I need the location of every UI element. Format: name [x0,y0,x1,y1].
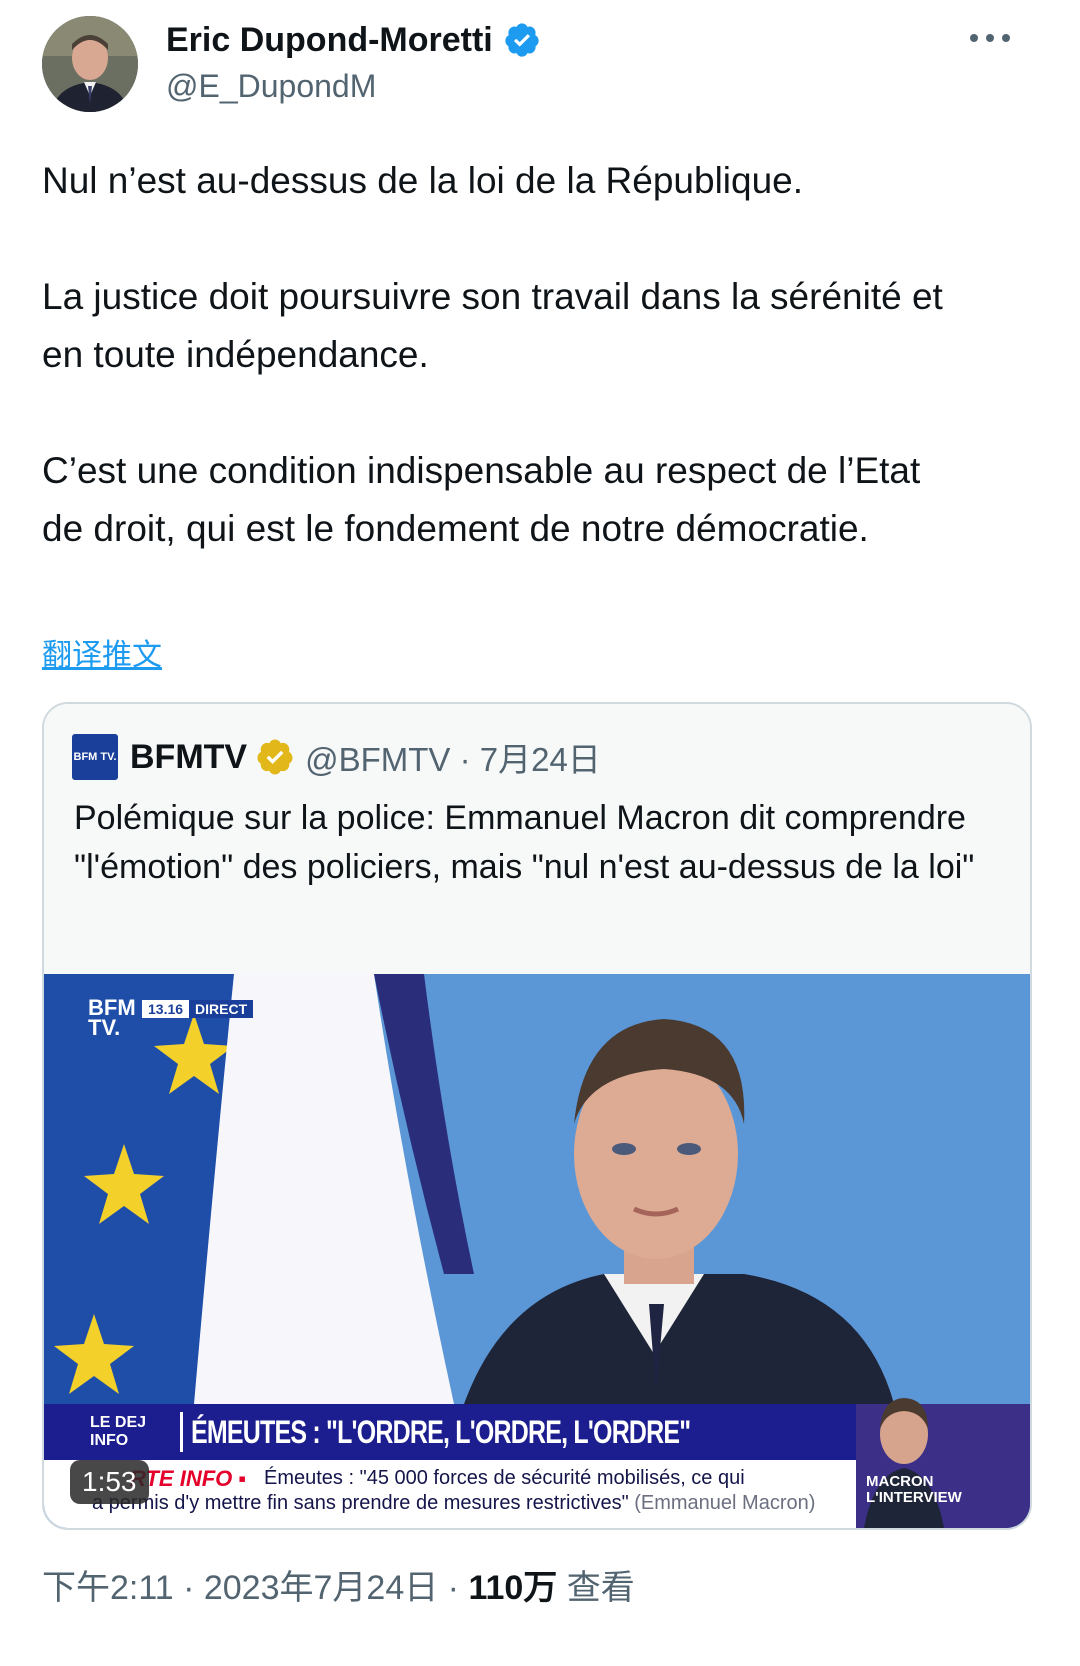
bfmtv-avatar[interactable]: BFM TV. [72,734,118,780]
broadcast-time: 13.16 [142,1000,190,1018]
tweet-meta: 下午2:11 · 2023年7月24日 · 110万 查看 [42,1560,635,1609]
ticker-line-text: a permis d'y mettre fin sans prendre de … [92,1492,629,1514]
verified-gold-badge-icon [257,739,293,775]
tweet-header: Eric Dupond-Moretti @E_DupondM [42,16,1042,116]
ticker-line: a permis d'y mettre fin sans prendre de … [92,1491,815,1516]
bfmtv-avatar-text: BFM TV. [73,751,117,763]
show-logo: LE DEJ INFO [90,1414,147,1449]
quoted-handle-date: @BFMTV · 7月24日 [305,741,601,778]
promo-label-line: MACRON [866,1473,934,1490]
news-ticker: RTE INFO ▪ Émeutes : "45 000 forces de s… [44,1460,856,1528]
author-name-row: Eric Dupond-Moretti [166,18,541,62]
more-options-icon[interactable] [970,30,1010,46]
video-player[interactable]: BFM TV. 13.16 DIRECT LE DEJ INFO ÉMEUTES… [44,974,1030,1528]
tweet-paragraph: Nul n’est au-dessus de la loi de la Répu… [42,160,804,201]
banner-headline: ÉMEUTES : "L'ORDRE, L'ORDRE, L'ORDRE" [191,1413,691,1450]
author-handle[interactable]: @E_DupondM [166,68,376,105]
quoted-tweet-text: Polémique sur la police: Emmanuel Macron… [74,799,975,886]
live-indicator: DIRECT [189,1000,254,1018]
promo-label: MACRON L'INTERVIEW [866,1474,962,1506]
quoted-tweet-body: BFM TV. BFMTV @BFMTV · 7月24日 Polémique s… [44,704,1030,974]
tweet-text: Nul n’est au-dessus de la loi de la Répu… [42,152,1042,558]
tweet-paragraph: C’est une condition indispensable au res… [42,450,921,549]
banner-divider [180,1412,183,1452]
translate-tweet-link[interactable]: 翻译推文 [42,630,162,674]
quoted-author-name[interactable]: BFMTV [130,738,247,777]
live-bug-bar: 13.16 DIRECT [142,1000,254,1018]
avatar-portrait-image [42,16,138,112]
views-label: 查看 [557,1569,635,1607]
quoted-tweet-header: BFM TV. BFMTV @BFMTV · 7月24日 [72,734,601,780]
headline-banner: LE DEJ INFO ÉMEUTES : "L'ORDRE, L'ORDRE,… [44,1404,856,1460]
view-count: 110万 [468,1569,558,1607]
ticker-text: Émeutes : "45 000 forces de sécurité mob… [92,1466,854,1516]
promo-label-line: L'INTERVIEW [866,1489,962,1506]
ticker-source: (Emmanuel Macron) [634,1492,816,1514]
ticker-line: Émeutes : "45 000 forces de sécurité mob… [264,1467,745,1489]
verified-badge-icon [505,23,539,57]
video-duration-badge: 1:53 [70,1460,149,1504]
bfm-channel-bug: BFM TV. [88,995,136,1040]
tweet-paragraph: La justice doit poursuivre son travail d… [42,276,943,375]
quoted-tweet-card[interactable]: BFM TV. BFMTV @BFMTV · 7月24日 Polémique s… [42,702,1032,1530]
interview-promo: MACRON L'INTERVIEW [856,1404,1030,1528]
author-name[interactable]: Eric Dupond-Moretti [166,21,493,60]
author-avatar[interactable] [42,16,138,112]
tweet-timestamp[interactable]: 下午2:11 · 2023年7月24日 · [42,1569,468,1607]
